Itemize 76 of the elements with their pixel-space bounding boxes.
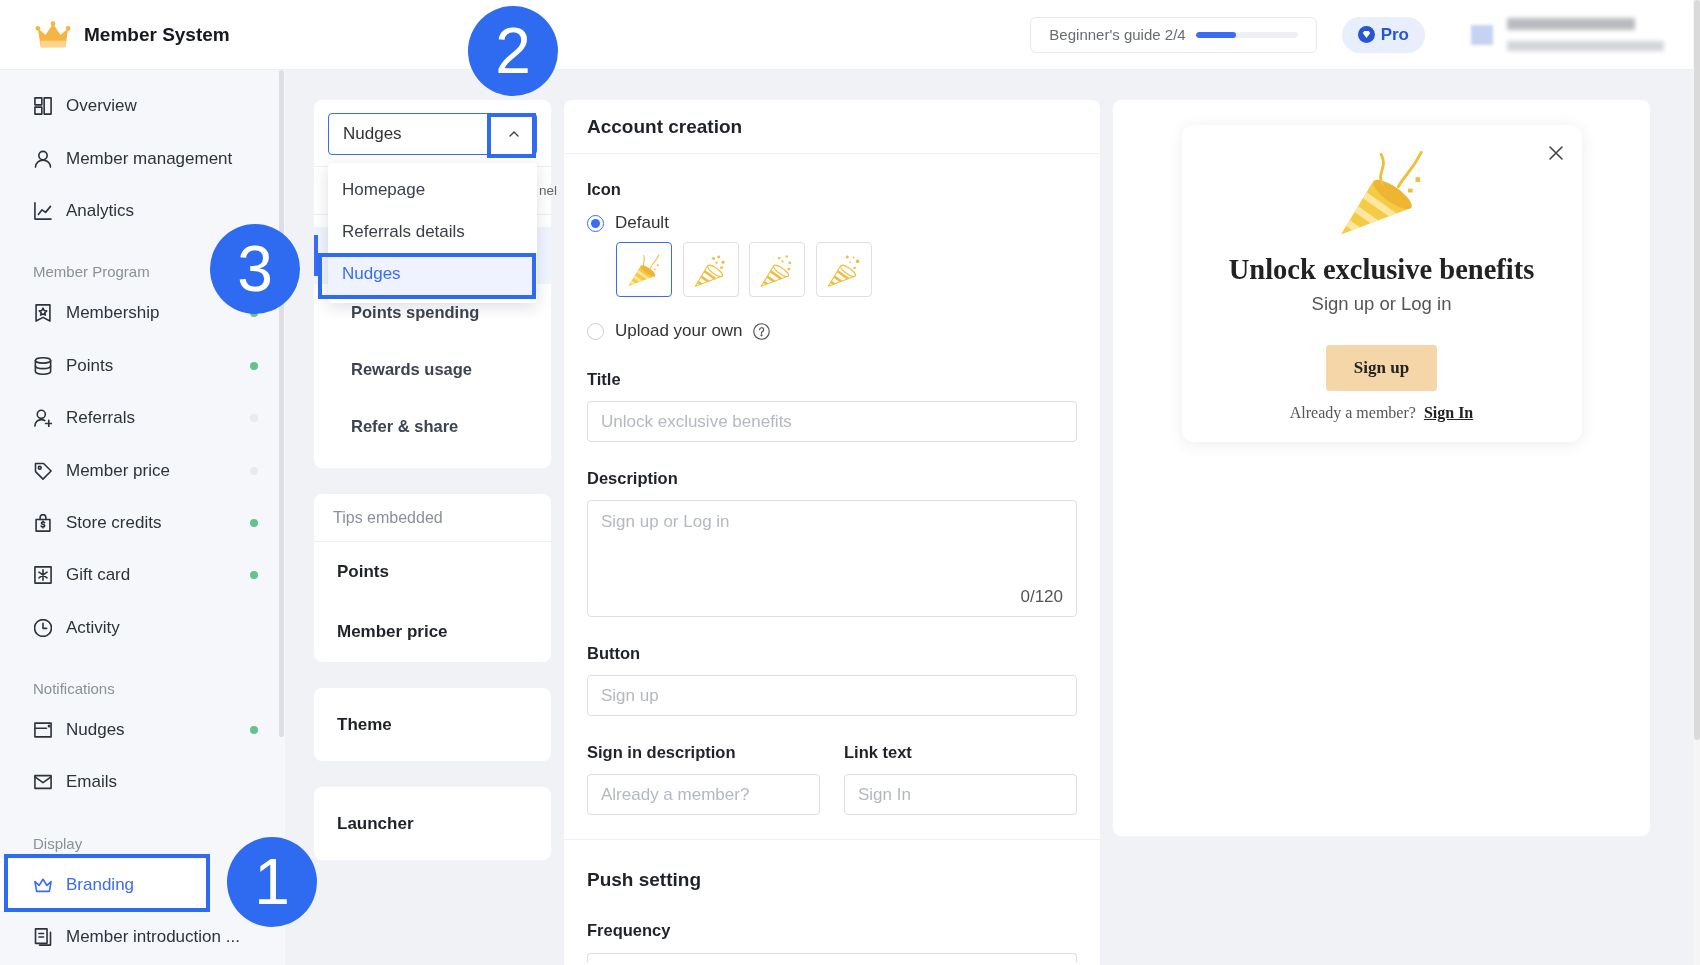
nav-card[interactable]: Theme: [314, 688, 551, 761]
crown-logo-icon: [35, 19, 71, 50]
caret-up-icon: [508, 131, 519, 137]
sidebar-item[interactable]: Analytics: [0, 184, 208, 238]
field-label: Sign in description: [587, 742, 737, 762]
user-icon: [34, 149, 52, 168]
tag-icon: [34, 461, 52, 480]
tips-item[interactable]: Points: [314, 542, 551, 602]
text-field[interactable]: Unlock exclusive benefits: [587, 401, 1077, 442]
sidebar-item[interactable]: Overview: [0, 80, 208, 133]
radio-option[interactable]: Upload your own: [587, 319, 743, 343]
line-chart-icon: [34, 201, 52, 220]
close-icon[interactable]: [1548, 146, 1563, 160]
gift-card-icon: [34, 566, 52, 585]
dropdown-option[interactable]: Referrals details: [328, 211, 537, 253]
signin-prompt: Already a member?: [1289, 403, 1416, 424]
dropdown-option[interactable]: Homepage: [328, 169, 537, 211]
envelope-icon: [34, 773, 52, 792]
guide-panel[interactable]: Beginner's guide 2/4: [1030, 16, 1317, 53]
gem-icon: [1357, 26, 1375, 43]
sidebar-item[interactable]: Gift card: [0, 549, 208, 602]
field-label: Frequency: [587, 920, 672, 940]
character-counter: 0/120: [1020, 587, 1063, 607]
section-item[interactable]: Rewards usage: [314, 341, 551, 398]
sidebar-item[interactable]: Membership: [0, 287, 208, 340]
tips-item[interactable]: Member price: [314, 602, 551, 662]
text-field[interactable]: Already a member?: [587, 774, 820, 815]
radio-option[interactable]: Default: [587, 211, 669, 235]
bag-dollar-icon: [34, 513, 52, 532]
window-icon: [34, 721, 52, 740]
avatar-placeholder: [1471, 24, 1493, 45]
sidebar-item[interactable]: Activity: [0, 601, 208, 654]
field-label: Icon: [587, 179, 622, 199]
sidebar-item[interactable]: Points: [0, 339, 208, 392]
sidebar-item[interactable]: Store credits: [0, 496, 208, 550]
field-label: Description: [587, 468, 679, 488]
card-heading: Tips embedded: [333, 508, 443, 527]
bookmark-star-icon: [34, 304, 52, 323]
sidebar-item[interactable]: Nudges: [0, 703, 208, 757]
clock-icon: [34, 618, 52, 637]
page-select[interactable]: Nudges: [328, 113, 537, 155]
plan-button[interactable]: Pro: [1341, 16, 1425, 53]
scrollbar-thumb[interactable]: [1694, 0, 1700, 740]
guide-label: Beginner's guide 2/4: [1049, 26, 1186, 43]
help-icon: [752, 322, 770, 340]
field-label: Title: [587, 369, 622, 389]
sidebar-item[interactable]: Emails: [0, 756, 208, 809]
section-heading: Display: [33, 833, 83, 853]
sidebar-item[interactable]: Referrals: [0, 391, 208, 445]
icon-option[interactable]: [616, 242, 672, 297]
signup-button[interactable]: Sign up: [1326, 345, 1437, 391]
sidebar-item[interactable]: Branding: [0, 858, 208, 912]
user-plus-icon: [34, 409, 52, 428]
dashboard-icon: [34, 97, 52, 116]
nav-card[interactable]: Launcher: [314, 787, 551, 860]
panel-title: Account creation: [587, 115, 743, 138]
signin-link[interactable]: Sign In: [1423, 402, 1474, 424]
section-item[interactable]: Refer & share: [314, 398, 551, 455]
tab-label[interactable]: nel: [539, 183, 557, 198]
section-title: Push setting: [587, 870, 702, 890]
document-icon: [34, 928, 52, 947]
text-field[interactable]: Sign up: [587, 675, 1077, 716]
text-field[interactable]: Sign In: [844, 774, 1077, 815]
party-popper-icon: [627, 252, 661, 287]
coin-stack-icon: [34, 356, 52, 375]
section-heading: Member Program: [33, 262, 150, 282]
frequency-field[interactable]: [587, 953, 1077, 962]
sidebar-item[interactable]: Member price: [0, 444, 208, 497]
field-label: Link text: [844, 742, 913, 762]
section-heading: Notifications: [33, 678, 115, 698]
popup-subtitle: Sign up or Log in: [1311, 293, 1452, 315]
callout-badge: 1: [227, 836, 317, 927]
field-label: Button: [587, 643, 642, 663]
popup-title: Unlock exclusive benefits: [1228, 253, 1535, 287]
app-name: Member System: [84, 23, 230, 46]
sidebar-item[interactable]: Member management: [0, 132, 247, 185]
